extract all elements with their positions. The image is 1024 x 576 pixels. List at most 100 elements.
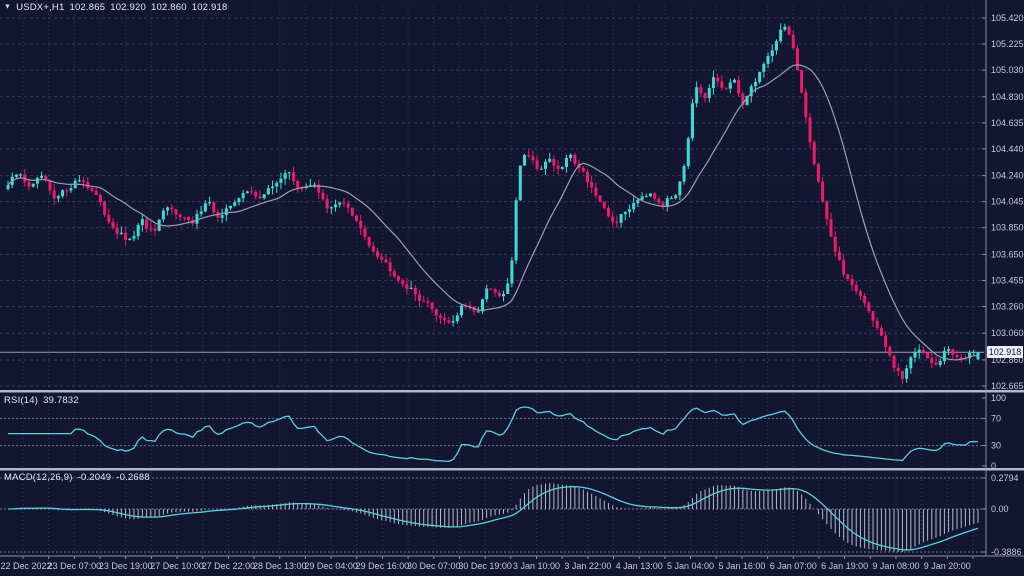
candle-body xyxy=(641,196,644,199)
candle-body xyxy=(166,207,169,210)
candle-body xyxy=(111,222,114,228)
rsi-axis-label: 70 xyxy=(991,413,1001,423)
candle-body xyxy=(851,279,854,285)
symbol-dropdown-icon[interactable]: ▼ xyxy=(4,4,11,11)
candle-body xyxy=(897,368,900,371)
pane-separator[interactable] xyxy=(0,468,1024,471)
rsi-label-bar: RSI(14) 39.7832 xyxy=(4,395,79,406)
time-axis-label: 6 Jan 19:00 xyxy=(821,561,868,571)
candle-body xyxy=(195,214,198,224)
candle-body xyxy=(800,70,803,92)
candle-body xyxy=(540,169,543,170)
rsi-layer xyxy=(8,407,978,461)
candle-body xyxy=(288,172,291,173)
candle-body xyxy=(813,142,816,164)
candle-body xyxy=(439,316,442,318)
chart-canvas[interactable]: 105.420105.225105.030104.830104.635104.4… xyxy=(0,0,1024,576)
candle-body xyxy=(926,352,929,358)
candle-body xyxy=(527,155,530,156)
candle-body xyxy=(544,162,547,169)
candle-body xyxy=(872,311,875,321)
candle-body xyxy=(254,192,257,196)
candle-body xyxy=(825,202,828,219)
rsi-line xyxy=(8,407,978,461)
rsi-indicator-value: 39.7832 xyxy=(43,395,79,406)
ma-line-layer xyxy=(8,65,978,360)
time-axis-label: 3 Jan 22:00 xyxy=(564,561,611,571)
rsi-axis-label: 0 xyxy=(991,461,996,471)
candle-body xyxy=(687,138,690,166)
candle-body xyxy=(779,30,782,41)
candle-body xyxy=(842,260,845,274)
time-axis-label: 27 Dec 22:00 xyxy=(202,561,256,571)
candle-body xyxy=(372,246,375,251)
candle-body xyxy=(720,81,723,87)
time-axis-label: 6 Jan 07:00 xyxy=(770,561,817,571)
candle-body xyxy=(246,191,249,193)
candle-body xyxy=(347,204,350,208)
candle-body xyxy=(737,80,740,94)
candle-body xyxy=(708,88,711,98)
candle-body xyxy=(237,198,240,202)
candle-body xyxy=(422,301,425,302)
candle-body xyxy=(15,175,18,177)
candle-body xyxy=(279,179,282,183)
macd-axis-label: 0.2794 xyxy=(991,473,1019,483)
candle-body xyxy=(699,87,702,93)
candle-body xyxy=(603,202,606,208)
candle-body xyxy=(855,285,858,291)
candle-body xyxy=(821,182,824,202)
candle-body xyxy=(691,103,694,138)
candle-body xyxy=(120,233,123,234)
candle-body xyxy=(674,195,677,198)
candle-body xyxy=(515,200,518,260)
candle-body xyxy=(649,193,652,196)
candle-body xyxy=(510,260,513,283)
candle-body xyxy=(69,188,72,190)
time-axis-label: 4 Jan 13:00 xyxy=(616,561,663,571)
candle-body xyxy=(838,252,841,260)
price-axis-label: 103.650 xyxy=(991,249,1024,259)
candle-body xyxy=(582,168,585,172)
candle-body xyxy=(762,64,765,72)
candle-body xyxy=(809,118,812,143)
candle-body xyxy=(557,166,560,169)
candle-body xyxy=(82,180,85,182)
macd-main-value: -0.2049 xyxy=(78,472,112,483)
price-axis-label: 102.665 xyxy=(991,381,1024,391)
candle-body xyxy=(830,219,833,237)
candle-body xyxy=(32,184,35,187)
time-axis-label: 9 Jan 20:00 xyxy=(924,561,971,571)
candle-body xyxy=(519,166,522,201)
candle-body xyxy=(561,167,564,169)
candle-body xyxy=(653,193,656,198)
candle-body xyxy=(645,196,648,197)
candle-body xyxy=(292,172,295,181)
candle-body xyxy=(368,237,371,246)
candle-body xyxy=(187,217,190,220)
price-axis-label: 104.440 xyxy=(991,144,1024,154)
candle-body xyxy=(435,309,438,315)
candle-body xyxy=(116,228,119,234)
candle-body xyxy=(376,251,379,256)
candle-body xyxy=(321,193,324,200)
candle-body xyxy=(733,80,736,83)
candle-body xyxy=(137,225,140,236)
time-axis-label: 29 Dec 04:00 xyxy=(304,561,358,571)
candle-body xyxy=(485,289,488,300)
time-axis-label: 30 Dec 19:00 xyxy=(458,561,512,571)
price-axis-label: 103.850 xyxy=(991,223,1024,233)
candle-body xyxy=(901,371,904,379)
candle-body xyxy=(846,274,849,279)
candle-body xyxy=(225,208,228,215)
candle-body xyxy=(250,191,253,192)
candle-body xyxy=(951,349,954,355)
candle-body xyxy=(725,88,728,89)
candle-body xyxy=(624,212,627,214)
pane-separator[interactable] xyxy=(0,390,1024,393)
candle-body xyxy=(389,262,392,271)
candle-body xyxy=(859,291,862,296)
candle-body xyxy=(531,156,534,160)
candle-body xyxy=(48,180,51,190)
candle-body xyxy=(128,239,131,240)
